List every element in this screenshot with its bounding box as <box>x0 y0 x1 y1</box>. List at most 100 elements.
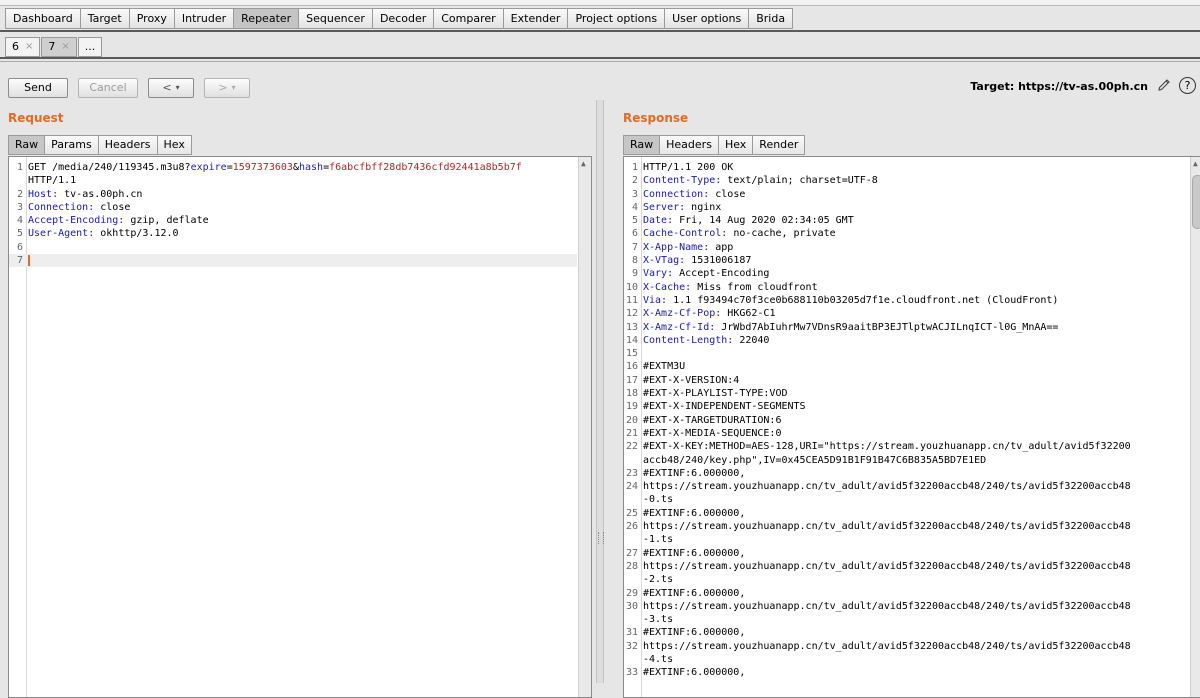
response-tab-headers[interactable]: Headers <box>659 135 718 155</box>
line-number-text: 1 <box>631 162 638 173</box>
line-text: Via: 1.1 f93494c70f3ce0b688110b03205d7f1… <box>640 294 1058 307</box>
line-text: #EXT-X-PLAYLIST-TYPE:VOD <box>640 387 788 400</box>
param-value: f6abcfbff28db7436cfd92441a8b5b7f <box>329 162 522 173</box>
back-button[interactable]: < ▾ <box>148 78 194 98</box>
line-number-text: 21 <box>625 427 638 439</box>
scroll-up-arrow-icon[interactable]: ▲ <box>1193 159 1198 168</box>
repeater-tab-7[interactable]: 7 × <box>41 37 77 57</box>
request-tab-raw[interactable]: Raw <box>8 135 45 155</box>
line-number-text: 7 <box>631 241 638 253</box>
line-text: #EXTINF:6.000000, <box>640 467 745 480</box>
request-editor[interactable]: 1 GET /media/240/119345.m3u8?expire=15973… <box>8 156 592 698</box>
text-segment: -4.ts <box>643 653 674 665</box>
header-name: User-Agent: <box>28 228 95 240</box>
response-editor[interactable]: 1 HTTP/1.1 200 OK 2 Content-Type: text/plai… <box>623 156 1200 698</box>
tab-decoder[interactable]: Decoder <box>371 8 434 29</box>
pencil-icon[interactable] <box>1156 77 1172 93</box>
text-segment: https://stream.youzhuanapp.cn/tv_adult/a… <box>643 521 1131 533</box>
close-icon[interactable]: × <box>61 38 69 56</box>
line-number-text: 22 <box>625 441 638 453</box>
tab-project-options[interactable]: Project options <box>567 8 665 29</box>
scroll-up-arrow-icon[interactable]: ▲ <box>581 159 586 168</box>
response-line: 27 #EXTINF:6.000000, <box>624 547 1189 560</box>
request-line: 6 <box>9 241 577 254</box>
repeater-tab-label: 7 <box>48 40 56 53</box>
header-name: Connection: <box>643 188 710 200</box>
text-segment: #EXT-X-KEY:METHOD=AES-128,URI="https://s… <box>643 441 1131 453</box>
cancel-button[interactable]: Cancel <box>78 78 138 98</box>
response-line: 6 Cache-Control: no-cache, private <box>624 227 1189 240</box>
line-content: X-App-Name: app <box>643 241 733 254</box>
tab-repeater[interactable]: Repeater <box>233 8 299 29</box>
line-number: 6 <box>624 227 640 240</box>
request-tab-params[interactable]: Params <box>44 135 98 155</box>
response-line: 5 Date: Fri, 14 Aug 2020 02:34:05 GMT <box>624 214 1189 227</box>
main-tab-divider <box>0 30 1200 32</box>
text-segment: close <box>709 188 746 200</box>
line-text: #EXT-X-KEY:METHOD=AES-128,URI="https://s… <box>640 440 1131 467</box>
header-name: X-Amz-Cf-Pop: <box>643 308 722 320</box>
header-name: Via: <box>643 294 668 306</box>
text-segment: #EXTINF:6.000000, <box>643 467 746 479</box>
line-number: 9 <box>624 267 640 280</box>
divider-grip-icon[interactable] <box>598 532 604 544</box>
response-line: 15 <box>624 347 1189 360</box>
target-label: Target: https://tv-as.00ph.cn <box>970 80 1148 93</box>
forward-dropdown-icon[interactable]: ▾ <box>232 79 236 97</box>
text-segment: #EXT-X-PLAYLIST-TYPE:VOD <box>643 388 788 400</box>
tab-user-options[interactable]: User options <box>664 8 749 29</box>
tab-dashboard[interactable]: Dashboard <box>5 8 80 29</box>
response-line: 13 X-Amz-Cf-Id: JrWbd7AbIuhrMw7VDnsR9aait… <box>624 321 1189 334</box>
tab-sequencer[interactable]: Sequencer <box>298 8 372 29</box>
line-text: https://stream.youzhuanapp.cn/tv_adult/a… <box>640 520 1131 547</box>
text-segment: gzip, deflate <box>124 215 209 227</box>
line-number: 33 <box>624 666 640 679</box>
tab-intruder[interactable]: Intruder <box>173 8 234 29</box>
response-tab-render[interactable]: Render <box>752 135 806 155</box>
split-pane-divider[interactable] <box>596 100 604 683</box>
response-tab-hex[interactable]: Hex <box>717 135 753 155</box>
line-number-text: 18 <box>625 388 638 400</box>
request-scrollbar[interactable]: ▲ <box>578 157 591 697</box>
tab-brida[interactable]: Brida <box>748 8 794 29</box>
request-line: 2 Host: tv-as.00ph.cn <box>9 188 577 201</box>
line-number-text: 14 <box>625 334 638 346</box>
line-number-text: 23 <box>625 467 638 479</box>
forward-button[interactable]: > ▾ <box>204 78 250 98</box>
header-name: Cache-Control: <box>643 228 728 240</box>
tab-proxy[interactable]: Proxy <box>128 8 174 29</box>
subtab-divider <box>0 57 1200 59</box>
send-button[interactable]: Send <box>8 78 68 98</box>
response-scroll-thumb[interactable] <box>1192 175 1200 229</box>
repeater-tab-6[interactable]: 6 × <box>5 37 41 57</box>
line-number-text: 12 <box>625 308 638 320</box>
line-content-wrapped: -4.ts <box>643 653 1131 666</box>
tab-extender[interactable]: Extender <box>502 8 568 29</box>
response-scrollbar[interactable]: ▲ <box>1190 157 1200 697</box>
text-segment: #EXTINF:6.000000, <box>643 547 746 559</box>
line-content: X-VTag: 1531006187 <box>643 254 751 267</box>
help-icon[interactable]: ? <box>1179 77 1196 94</box>
line-number: 21 <box>624 427 640 440</box>
tab-target[interactable]: Target <box>79 8 129 29</box>
text-segment: tv-as.00ph.cn <box>58 188 143 200</box>
repeater-tab-new[interactable]: ... <box>77 37 103 57</box>
line-text: HTTP/1.1 200 OK <box>640 161 733 174</box>
line-content: Content-Length: 22040 <box>643 334 769 347</box>
back-dropdown-icon[interactable]: ▾ <box>176 79 180 97</box>
window-top-strip <box>0 0 1200 6</box>
line-content: Connection: close <box>643 188 745 201</box>
response-tab-raw[interactable]: Raw <box>623 135 660 155</box>
line-content: Content-Type: text/plain; charset=UTF-8 <box>643 174 878 187</box>
line-number: 4 <box>9 214 25 227</box>
tab-comparer[interactable]: Comparer <box>433 8 503 29</box>
request-tab-headers[interactable]: Headers <box>97 135 157 155</box>
response-line: 30 https://stream.youzhuanapp.cn/tv_adult… <box>624 600 1189 627</box>
request-title: Request <box>8 111 64 125</box>
text-segment: Miss from cloudfront <box>691 281 818 293</box>
request-tab-hex[interactable]: Hex <box>156 135 192 155</box>
response-line: 33 #EXTINF:6.000000, <box>624 666 1189 679</box>
close-icon[interactable]: × <box>25 38 33 56</box>
back-arrow-icon: < <box>162 81 172 94</box>
param-value: 1597373603 <box>232 162 293 173</box>
